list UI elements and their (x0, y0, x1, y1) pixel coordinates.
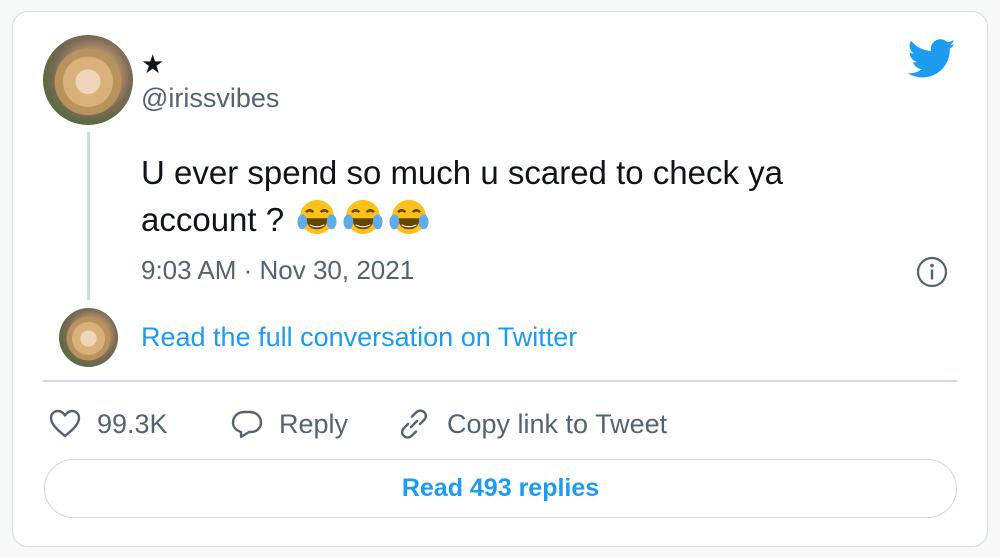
reply-button[interactable]: Reply (231, 406, 348, 442)
read-replies-button[interactable]: Read 493 replies (44, 459, 957, 518)
author-handle[interactable]: @irissvibes (141, 83, 279, 114)
conversation-avatar[interactable] (59, 308, 118, 367)
tweet-timestamp[interactable]: 9:03 AM · Nov 30, 2021 (141, 255, 414, 286)
like-count: 99.3K (97, 408, 168, 439)
heart-icon (49, 409, 81, 438)
tweet-text: U ever spend so much u scared to check y… (141, 150, 901, 242)
tweet-card: ★ @irissvibes U ever spend so much u sca… (12, 11, 988, 547)
copy-link-button[interactable]: Copy link to Tweet (397, 406, 667, 442)
reply-bubble-icon (231, 410, 263, 439)
twitter-bird-icon[interactable] (908, 39, 956, 79)
info-icon[interactable] (915, 255, 949, 289)
thread-line (87, 132, 90, 300)
laughing-crying-emoji-icon (297, 199, 337, 235)
laughing-crying-emoji-icon (389, 199, 429, 235)
copy-link-label: Copy link to Tweet (447, 408, 668, 439)
divider (43, 380, 957, 382)
laughing-crying-emoji-icon (343, 199, 383, 235)
tweet-body: U ever spend so much u scared to check y… (141, 154, 783, 238)
author-avatar[interactable] (43, 35, 133, 125)
read-conversation-link[interactable]: Read the full conversation on Twitter (141, 322, 577, 353)
link-icon (400, 409, 428, 439)
author-display-name[interactable]: ★ (141, 50, 164, 80)
reply-label: Reply (279, 408, 349, 439)
like-button[interactable]: 99.3K (49, 406, 168, 442)
